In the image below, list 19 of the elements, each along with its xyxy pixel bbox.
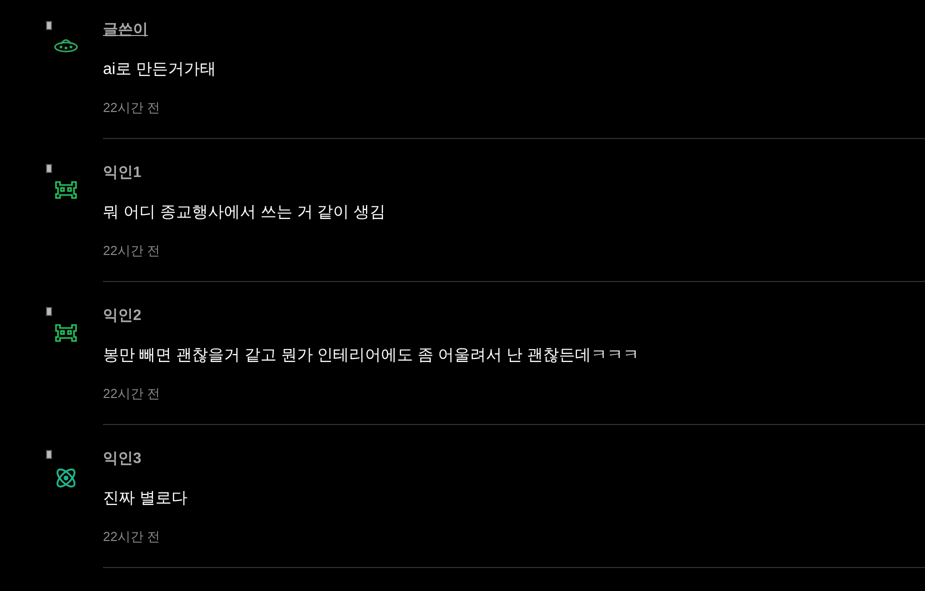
space-invader-icon: [53, 179, 79, 201]
phone-icon: [46, 21, 52, 30]
author-name[interactable]: 글쓴이: [103, 18, 925, 42]
author-name[interactable]: 익인3: [103, 447, 925, 471]
space-invader-icon: [53, 322, 79, 344]
ufo-icon: [53, 36, 79, 54]
timestamp: 22시간 전: [103, 385, 162, 403]
phone-icon: [46, 307, 52, 316]
author-name[interactable]: 익인2: [103, 304, 925, 328]
comment-text: 진짜 별로다: [103, 489, 188, 509]
phone-icon: [46, 450, 52, 459]
comment-text: 뭐 어디 종교행사에서 쓰는 거 같이 생김: [103, 203, 387, 223]
comment-text: ai로 만든거가태: [103, 60, 217, 80]
timestamp: 22시간 전: [103, 242, 162, 260]
phone-icon: [46, 164, 52, 173]
timestamp: 22시간 전: [103, 528, 162, 546]
timestamp: 22시간 전: [103, 99, 162, 117]
author-name[interactable]: 익인1: [103, 161, 925, 185]
comment-text: 봉만 빼면 괜찮을거 같고 뭔가 인테리어에도 좀 어울려서 난 괜찮든데ㅋㅋㅋ: [103, 346, 640, 366]
